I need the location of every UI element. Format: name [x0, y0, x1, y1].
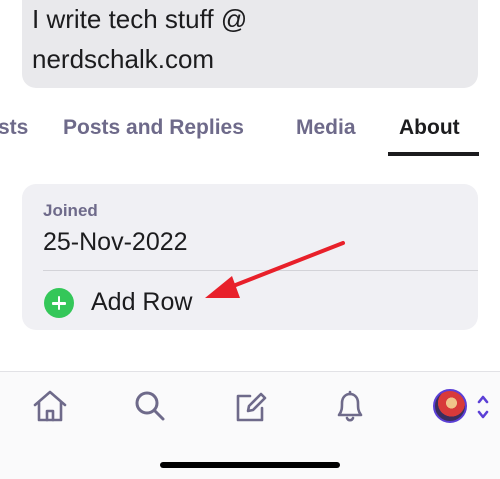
tab-posts-and-replies[interactable]: Posts and Replies — [63, 116, 244, 140]
bell-icon[interactable] — [330, 386, 370, 426]
profile-tabs: sts Posts and Replies Media About — [0, 108, 500, 158]
avatar[interactable] — [433, 389, 467, 423]
tab-media[interactable]: Media — [296, 116, 356, 140]
bio-card: I write tech stuff @ nerdschalk.com — [22, 0, 478, 88]
bio-text-line-1: I write tech stuff @ — [32, 4, 248, 34]
home-icon[interactable] — [30, 386, 70, 426]
compose-icon[interactable] — [230, 386, 270, 426]
joined-date: 25-Nov-2022 — [43, 228, 188, 256]
divider — [43, 270, 478, 271]
about-card: Joined 25-Nov-2022 Add Row — [22, 184, 478, 330]
account-switcher-icon[interactable] — [476, 392, 490, 422]
home-indicator[interactable] — [160, 462, 340, 468]
add-row-button[interactable]: Add Row — [43, 284, 243, 320]
tab-posts[interactable]: sts — [0, 116, 28, 140]
active-tab-underline — [388, 152, 479, 156]
search-icon[interactable] — [130, 386, 170, 426]
add-row-label: Add Row — [91, 288, 193, 316]
tab-about[interactable]: About — [399, 116, 460, 140]
joined-label: Joined — [43, 201, 98, 220]
plus-circle-icon — [44, 288, 74, 318]
bio-text-line-2[interactable]: nerdschalk.com — [32, 44, 214, 75]
